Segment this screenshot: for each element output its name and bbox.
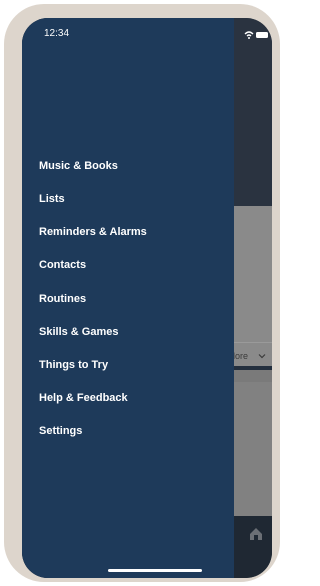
battery-icon bbox=[256, 32, 268, 38]
menu-item-music-books[interactable]: Music & Books bbox=[39, 160, 118, 172]
wifi-icon bbox=[244, 31, 268, 39]
menu-item-settings[interactable]: Settings bbox=[39, 425, 82, 437]
menu-item-contacts[interactable]: Contacts bbox=[39, 259, 86, 271]
home-icon[interactable] bbox=[248, 526, 264, 542]
chevron-down-icon bbox=[258, 354, 266, 359]
more-label: lore bbox=[233, 351, 249, 361]
navigation-drawer: 12:34 Music & Books Lists Reminders & Al… bbox=[22, 18, 234, 578]
screen: lore 12:34 Music & Books Lists Reminders… bbox=[22, 18, 272, 578]
menu-item-lists[interactable]: Lists bbox=[39, 193, 65, 205]
menu-item-things-to-try[interactable]: Things to Try bbox=[39, 359, 108, 371]
menu-item-help-feedback[interactable]: Help & Feedback bbox=[39, 392, 128, 404]
menu-item-skills-games[interactable]: Skills & Games bbox=[39, 326, 119, 338]
home-indicator[interactable] bbox=[108, 569, 202, 572]
menu-item-routines[interactable]: Routines bbox=[39, 293, 86, 305]
status-time: 12:34 bbox=[44, 28, 70, 39]
phone-frame: lore 12:34 Music & Books Lists Reminders… bbox=[4, 4, 280, 582]
menu-item-reminders-alarms[interactable]: Reminders & Alarms bbox=[39, 226, 147, 238]
